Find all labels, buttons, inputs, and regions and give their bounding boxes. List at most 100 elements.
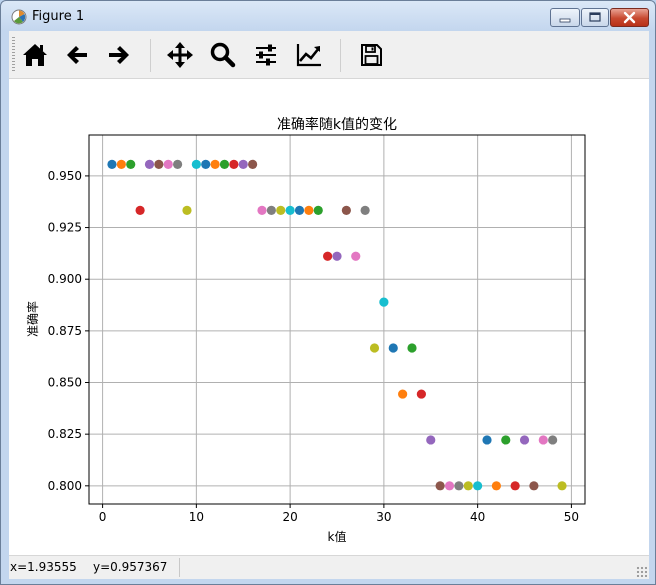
scatter-point <box>313 205 323 216</box>
scatter-point <box>379 297 389 307</box>
scatter-point <box>360 205 370 216</box>
scatter-point <box>435 481 445 491</box>
x-tick-label: 0 <box>99 510 107 524</box>
toolbar-separator <box>340 39 341 72</box>
edit-axis-button[interactable] <box>293 39 325 71</box>
line-chart-icon <box>296 44 321 67</box>
scatter-point <box>191 159 201 169</box>
scatter-point <box>210 159 220 169</box>
scatter-point <box>219 159 230 169</box>
y-tick-label: 0.900 <box>48 272 82 286</box>
scatter-point <box>285 205 295 216</box>
y-tick-label: 0.925 <box>48 221 82 235</box>
configure-subplots-button[interactable] <box>250 39 282 71</box>
scatter-point <box>257 205 267 216</box>
sliders-icon <box>256 44 276 66</box>
y-tick-label: 0.800 <box>48 479 82 493</box>
axes-frame <box>88 134 586 505</box>
scatter-point <box>126 159 136 169</box>
data-points <box>107 159 567 491</box>
scatter-point <box>154 159 164 169</box>
scatter-point <box>248 159 258 169</box>
scatter-point <box>276 205 286 216</box>
magnifier-icon <box>210 42 236 68</box>
x-tick-label: 20 <box>282 510 297 524</box>
close-icon <box>623 11 636 24</box>
scatter-point <box>473 481 483 491</box>
scatter-point <box>294 205 305 216</box>
y-tick-label: 0.850 <box>48 376 82 390</box>
x-tick-label: 30 <box>376 510 391 524</box>
arrow-left-icon <box>67 46 87 64</box>
scatter-point <box>144 159 155 169</box>
scatter-point <box>369 343 380 353</box>
chart-title: 准确率随k值的变化 <box>277 116 397 133</box>
scatter-point <box>182 205 192 216</box>
pan-button[interactable] <box>164 39 196 71</box>
minimize-icon <box>559 18 571 23</box>
home-button[interactable] <box>19 39 51 71</box>
status-bar: x=1.93555 y=0.957367 <box>9 555 649 579</box>
scatter-point <box>116 159 126 169</box>
scatter-point <box>501 435 511 445</box>
scatter-point <box>341 205 351 216</box>
toolbar-grip[interactable] <box>12 37 15 73</box>
move-arrows-icon <box>167 42 193 68</box>
scatter-point <box>266 205 276 216</box>
scatter-point <box>557 481 567 491</box>
figure-window: Figure 1 准确率随k值的变化 0 10 20 30 40 50 0.80… <box>0 0 656 585</box>
cursor-x-readout: x=1.93555 <box>10 560 77 574</box>
scatter-point <box>173 159 183 169</box>
matplotlib-app-icon <box>11 9 27 25</box>
back-button[interactable] <box>61 39 93 71</box>
scatter-point <box>426 435 436 445</box>
resize-grip[interactable] <box>636 566 647 577</box>
toolbar-separator <box>150 39 151 72</box>
scatter-point <box>388 343 398 353</box>
save-button[interactable] <box>355 39 387 71</box>
scatter-point <box>463 481 473 491</box>
x-axis-label: k值 <box>328 529 347 544</box>
navigation-toolbar <box>9 31 649 79</box>
scatter-point <box>491 481 501 491</box>
x-tick-label: 40 <box>470 510 485 524</box>
scatter-point <box>510 481 520 491</box>
figure-canvas[interactable]: 准确率随k值的变化 0 10 20 30 40 50 0.800 0.825 0.850 0.8… <box>9 79 649 553</box>
y-tick-label: 0.875 <box>48 324 82 338</box>
y-axis-label: 准确率 <box>25 301 40 337</box>
title-bar[interactable]: Figure 1 <box>1 1 655 31</box>
zoom-button[interactable] <box>207 39 239 71</box>
floppy-disk-icon <box>361 44 382 66</box>
window-title: Figure 1 <box>32 9 85 24</box>
figure-client-area: 准确率随k值的变化 0 10 20 30 40 50 0.800 0.825 0.850 0.8… <box>9 31 649 579</box>
scatter-point <box>229 159 239 169</box>
scatter-point <box>548 435 558 445</box>
scatter-plot[interactable]: 准确率随k值的变化 0 10 20 30 40 50 0.800 0.825 0.850 0.8… <box>9 79 649 553</box>
maximize-icon <box>589 12 601 22</box>
y-tick-label: 0.825 <box>48 427 82 441</box>
scatter-point <box>519 435 530 445</box>
scatter-point <box>107 159 117 169</box>
home-icon <box>23 44 47 66</box>
scatter-point <box>332 251 342 261</box>
y-axis-ticks: 0.800 0.825 0.850 0.875 0.900 0.925 0.950 <box>48 169 89 493</box>
scatter-point <box>444 481 455 491</box>
scatter-point <box>351 251 361 261</box>
arrow-right-icon <box>109 46 129 64</box>
x-tick-label: 50 <box>564 510 579 524</box>
forward-button[interactable] <box>103 39 135 71</box>
scatter-point <box>454 481 464 491</box>
scatter-point <box>529 481 539 491</box>
grid-lines <box>89 135 585 504</box>
cursor-y-readout: y=0.957367 <box>93 560 168 574</box>
scatter-point <box>238 159 248 169</box>
scatter-point <box>304 205 314 216</box>
maximize-button[interactable] <box>581 8 609 27</box>
close-button[interactable] <box>610 8 649 27</box>
minimize-button[interactable] <box>550 8 580 27</box>
scatter-point <box>416 389 426 399</box>
scatter-point <box>398 389 408 399</box>
status-separator <box>179 558 180 577</box>
scatter-point <box>201 159 211 169</box>
x-tick-label: 10 <box>189 510 204 524</box>
